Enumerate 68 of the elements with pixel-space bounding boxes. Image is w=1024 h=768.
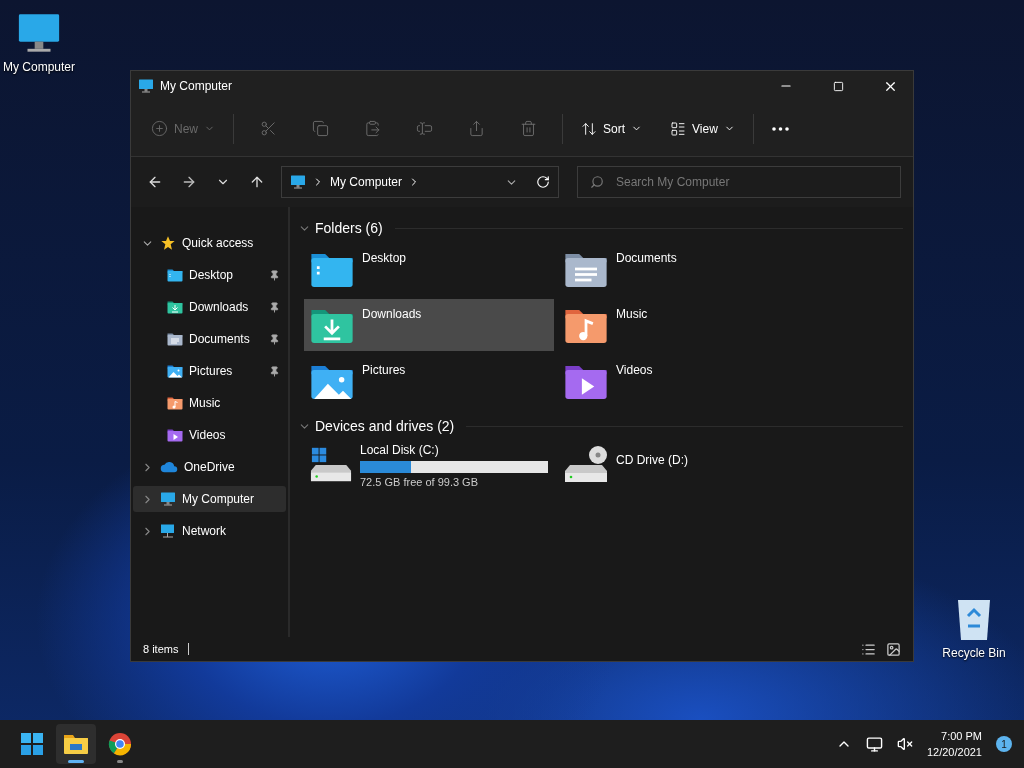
nav-item[interactable]: Pictures [133, 358, 286, 384]
sort-button[interactable]: Sort [573, 111, 651, 146]
breadcrumb-item[interactable]: My Computer [330, 175, 403, 189]
nav-item[interactable]: Network [133, 518, 286, 544]
cloud-icon [160, 460, 178, 474]
network-icon [160, 523, 176, 539]
monitor-icon [290, 174, 306, 190]
view-button[interactable]: View [662, 111, 743, 146]
star-icon [160, 235, 176, 251]
network-icon[interactable] [865, 735, 883, 753]
nav-item[interactable]: Videos [133, 422, 286, 448]
tiles-view-icon[interactable] [886, 641, 901, 657]
section-header[interactable]: Folders (6) [315, 220, 383, 236]
desktop-icon-label[interactable]: My Computer [3, 60, 75, 74]
refresh-icon [536, 175, 550, 189]
music-folder-icon [167, 395, 183, 411]
share-icon [467, 120, 485, 137]
forward-arrow-icon [181, 174, 197, 190]
search-box[interactable]: Search My Computer [577, 166, 901, 198]
folder-item[interactable]: Videos [558, 355, 808, 407]
search-icon [590, 175, 604, 189]
search-input[interactable]: Search My Computer [614, 174, 888, 190]
videos-folder-icon [167, 427, 183, 443]
copy-icon [311, 120, 329, 137]
folder-item[interactable]: Music [558, 299, 808, 351]
desktop-folder-icon [167, 267, 183, 283]
window-title: My Computer [160, 79, 234, 93]
nav-item[interactable]: Desktop [133, 262, 286, 288]
nav-item[interactable]: Downloads [133, 294, 286, 320]
trash-icon [519, 120, 537, 137]
nav-item[interactable]: Quick access [133, 230, 286, 256]
notification-badge[interactable]: 1 [996, 736, 1012, 752]
paste-icon [363, 120, 381, 137]
item-count: 8 items [143, 643, 179, 655]
folder-item[interactable]: Pictures [304, 355, 554, 407]
scissors-icon [259, 120, 277, 137]
more-icon [771, 126, 789, 131]
downloads-folder-icon [167, 299, 183, 315]
maximize-icon [832, 80, 844, 92]
volume-muted-icon[interactable] [896, 736, 913, 752]
drive-item[interactable]: Local Disk (C:) 72.5 GB free of 99.3 GB [304, 441, 554, 491]
plus-icon [151, 120, 168, 137]
desktop-icon-label[interactable]: Recycle Bin [942, 646, 1006, 660]
pictures-folder-icon [167, 363, 183, 379]
storage-text: 72.5 GB free of 99.3 GB [360, 476, 479, 488]
nav-item[interactable]: Documents [133, 326, 286, 352]
nav-item[interactable]: My Computer [133, 486, 286, 512]
details-view-icon[interactable] [861, 641, 876, 657]
address-bar[interactable]: My Computer [281, 166, 559, 198]
documents-folder-icon [167, 331, 183, 347]
clock[interactable]: 7:00 PM 12/20/2021 [926, 728, 982, 760]
windows-logo-icon [20, 732, 44, 756]
section-header[interactable]: Devices and drives (2) [315, 418, 455, 434]
monitor-icon [138, 78, 154, 94]
folder-item[interactable]: Desktop [304, 243, 554, 295]
browser-icon [108, 732, 132, 756]
nav-item[interactable]: OneDrive [133, 454, 286, 480]
list-icon [670, 120, 687, 137]
monitor-icon [160, 491, 176, 507]
folder-icon [63, 733, 89, 755]
folder-item[interactable]: Documents [558, 243, 808, 295]
drive-item[interactable]: CD Drive (D:) [558, 441, 808, 491]
sort-arrows-icon [581, 120, 597, 137]
cd-drive-icon [564, 445, 608, 485]
folder-item[interactable]: Downloads [304, 299, 554, 351]
taskbar-app[interactable] [56, 724, 96, 764]
rename-icon [415, 120, 433, 137]
nav-item[interactable]: Music [133, 390, 286, 416]
